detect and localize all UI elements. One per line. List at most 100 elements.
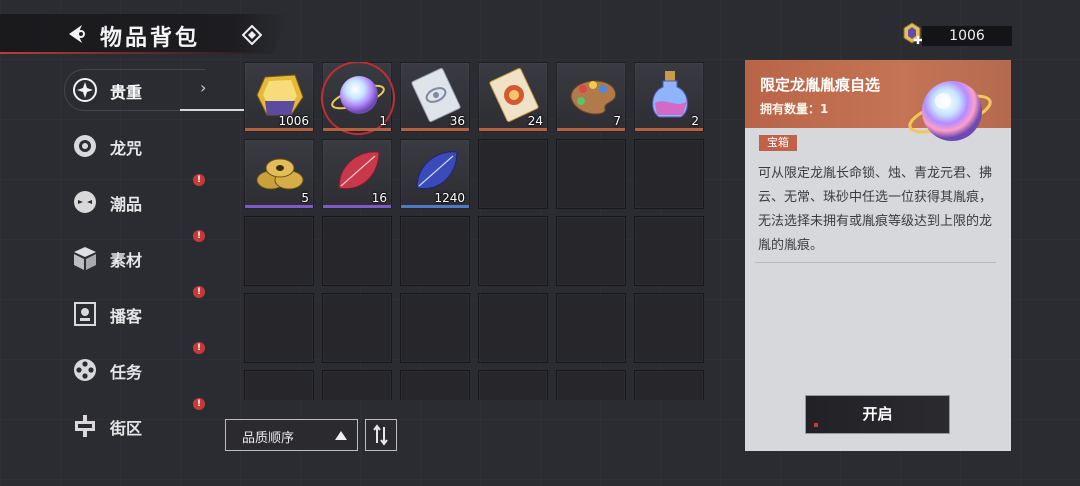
sidebar-item-tasks[interactable]: 任务 ! [60,342,210,394]
inventory-slot-empty [634,293,704,363]
inventory-slot-empty [322,216,392,286]
gem-plus-icon[interactable] [900,22,924,48]
rarity-bar [245,128,313,131]
ring-icon [74,135,96,157]
inventory-slot-empty [478,216,548,286]
sidebar-item-label: 街区 [110,419,143,438]
sidebar-item-materials[interactable]: 素材 ! [60,230,210,282]
rarity-bar [635,128,703,131]
inventory-slot-empty [400,293,470,363]
inventory-slot-empty [556,139,626,209]
inventory-slot-empty [400,370,470,400]
back-arrow-icon[interactable] [64,23,88,45]
inventory-grid: 1006 1 36 24 7 2 5 16 1240 [244,62,714,400]
rarity-bar [245,205,313,208]
inventory-slot-empty [478,370,548,400]
inventory-slot-silver-card[interactable]: 36 [400,62,470,132]
sidebar-item-trendy[interactable]: 潮品 ! [60,174,210,226]
inventory-slot-gold-crystal[interactable]: 1006 [244,62,314,132]
item-quantity: 5 [301,191,309,205]
inventory-slot-rainbow-orb[interactable]: 1 [310,62,406,146]
item-type-tag: 宝箱 [759,135,797,151]
item-quantity: 7 [613,114,621,128]
sort-order-icon [373,424,388,446]
inventory-slot-empty [244,370,314,400]
mask-icon [74,191,96,213]
open-button[interactable]: 开启 [806,396,949,433]
item-description: 可从限定龙胤长命锁、烛、青龙元君、拂云、无常、珠砂中任选一位获得其胤痕，无法选择… [758,166,993,253]
item-quantity: 24 [527,114,543,128]
inventory-slot-red-leaf[interactable]: 16 [322,139,392,209]
film-reel-icon [74,359,96,381]
page-title: 物品背包 [100,25,201,51]
item-quantity: 1 [379,114,387,128]
rarity-bar [323,128,391,131]
sidebar-item-valuables[interactable]: 贵重 › [60,64,266,114]
item-quantity: 1240 [434,191,465,205]
notification-badge: ! [193,342,205,354]
inventory-slot-empty [478,139,548,209]
rainbow-orb-icon [908,81,992,141]
notification-badge: ! [193,286,205,298]
item-quantity: 16 [371,191,387,205]
owned-count: 拥有数量：1 [760,100,828,117]
item-name: 限定龙胤胤痕自选 [760,76,881,94]
inventory-slot-empty [322,370,392,400]
sidebar-item-label: 龙咒 [110,139,143,158]
sidebar-item-label: 贵重 [110,83,143,102]
sort-order-button[interactable] [365,419,397,451]
rarity-bar [479,128,547,131]
inventory-slot-empty [556,216,626,286]
sidebar-item-label: 素材 [110,251,143,270]
inventory-slot-potion-bottle[interactable]: 2 [634,62,704,132]
owned-count-label: 拥有数量： [760,102,821,116]
selection-ring [310,62,406,146]
notification-badge: ! [193,174,205,186]
owned-count-value: 1 [820,102,829,116]
sidebar-item-label: 潮品 [110,195,143,214]
inventory-slot-empty [634,139,704,209]
category-sidebar: 贵重 › 龙咒 潮品 ! 素材 ! 播客 ! 任务 ! 街区 ! [0,60,266,486]
sidebar-item-dragon-curse[interactable]: 龙咒 [60,120,210,170]
inventory-slot-empty [478,293,548,363]
header-bar: 物品背包 [0,14,290,54]
item-quantity: 2 [691,114,699,128]
sort-dropdown-label: 品质顺序 [242,431,295,446]
inventory-slot-empty [556,370,626,400]
currency-amount: 1006 [949,28,985,44]
rarity-bar [323,205,391,208]
sidebar-item-label: 任务 [110,363,143,382]
inventory-slot-paint-palette[interactable]: 7 [556,62,626,132]
inventory-slot-empty [322,293,392,363]
inventory-slot-empty [634,216,704,286]
sidebar-item-podcast[interactable]: 播客 ! [60,286,210,338]
rarity-bar [401,205,469,208]
podcast-icon [74,302,96,326]
chevron-right-icon: › [200,78,207,97]
inventory-slot-empty [634,370,704,400]
star-burst-icon [73,78,97,102]
district-icon [75,415,95,437]
inventory-slot-blue-leaf[interactable]: 1240 [400,139,470,209]
inventory-slot-empty [244,293,314,363]
sort-dropdown[interactable]: 品质顺序 [225,419,358,451]
rarity-bar [401,128,469,131]
triangle-up-icon [335,431,347,440]
sidebar-item-district[interactable]: 街区 ! [60,398,210,450]
inventory-slot-empty [556,293,626,363]
rarity-bar [557,128,625,131]
inventory-slot-gold-coins[interactable]: 5 [244,139,314,209]
open-button-label: 开启 [862,405,893,423]
inventory-slot-red-gold-card[interactable]: 24 [478,62,548,132]
inventory-slot-empty [244,216,314,286]
item-quantity: 1006 [278,114,309,128]
notification-badge: ! [193,230,205,242]
sidebar-item-label: 播客 [110,307,143,326]
inventory-slot-empty [400,216,470,286]
item-detail-panel: 限定龙胤胤痕自选 拥有数量：1 宝箱 可从限定龙胤长命锁、烛、青龙元君、拂云、无… [745,60,1011,451]
diamond-icon[interactable] [242,25,262,45]
box-icon [74,247,96,270]
item-quantity: 36 [449,114,465,128]
currency-display[interactable]: 1006 [900,22,1012,48]
notification-badge: ! [193,398,205,410]
